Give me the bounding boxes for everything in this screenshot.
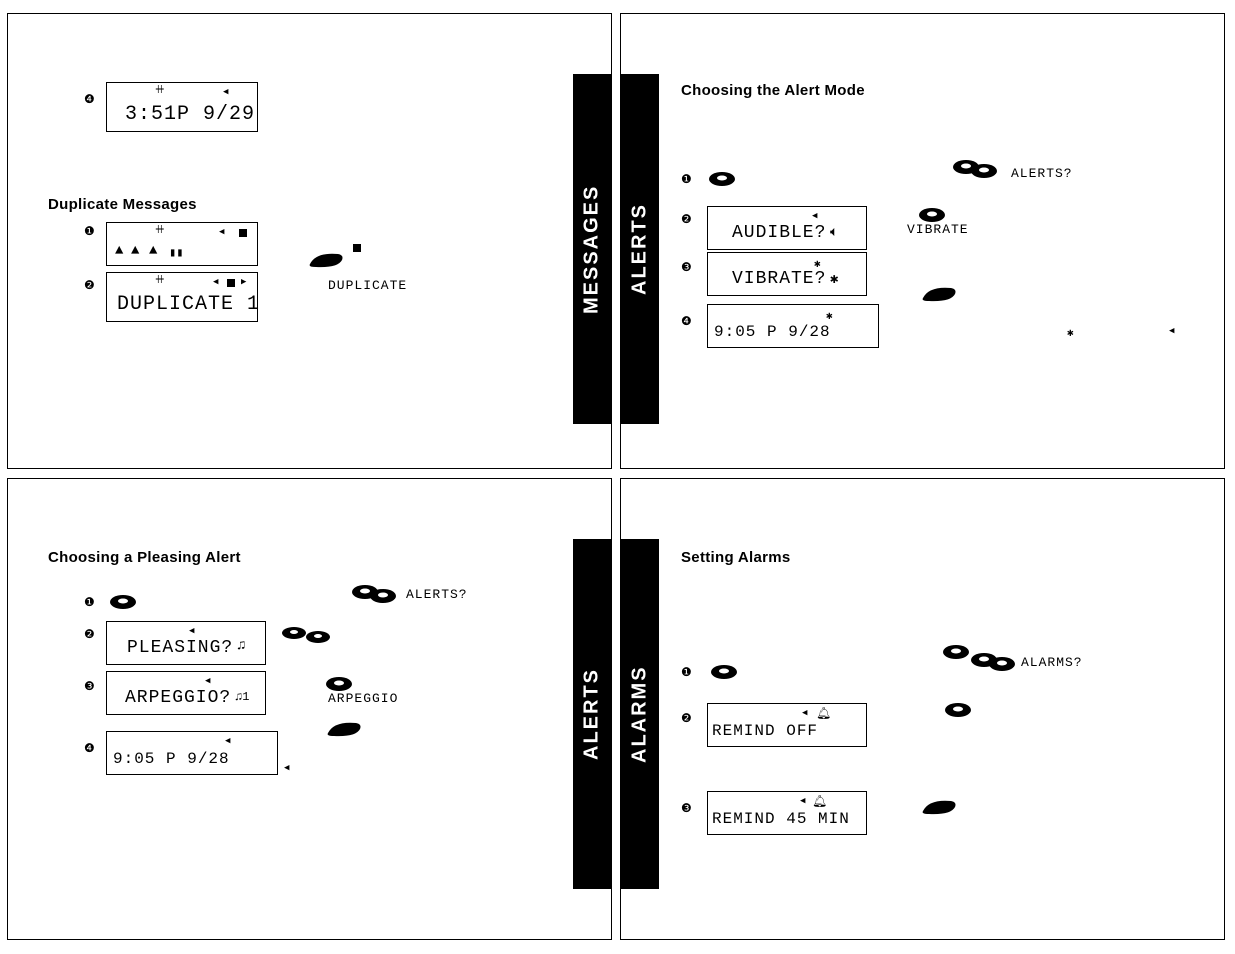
bell-icon: 🔔︎ <box>812 794 827 809</box>
heading-alert-mode: Choosing the Alert Mode <box>681 82 865 99</box>
panel-alert-mode: ALERTS Choosing the Alert Mode ❶ ALERTS?… <box>620 13 1225 469</box>
heading-pleasing-alert: Choosing a Pleasing Alert <box>48 549 241 566</box>
tower-icon: ▲ <box>115 243 123 259</box>
caption-alerts: ALERTS? <box>406 587 468 602</box>
lcd-audible-text: AUDIBLE? <box>732 223 826 243</box>
step-1-marker: ❶ <box>84 595 95 609</box>
left-arrow-icon: ◀ <box>284 763 289 773</box>
lcd-arpeggio-text: ARPEGGIO? <box>125 688 231 708</box>
pager-button-icon <box>308 250 344 268</box>
left-arrow-icon: ◀ <box>189 626 194 636</box>
step-4-marker: ❹ <box>681 314 692 328</box>
pager-button-icon <box>304 629 332 645</box>
pager-button-icon <box>108 593 138 611</box>
tab-alerts: ALERTS <box>621 74 659 424</box>
vibrate-icon: ✱ <box>830 271 838 288</box>
left-arrow-icon: ◀ <box>219 227 224 237</box>
step-1-marker: ❶ <box>681 665 692 679</box>
lcd-time: ◀ 9:05 P 9/28 <box>106 731 278 775</box>
step-3-marker: ❸ <box>681 260 692 274</box>
lcd-vibrate-text: VIBRATE? <box>732 269 826 289</box>
lcd-duplicate-text: DUPLICATE 1 <box>117 293 260 316</box>
pager-button-icon <box>709 663 739 681</box>
caption-arpeggio: ARPEGGIO <box>328 691 398 706</box>
square-icon <box>227 279 235 287</box>
pager-button-icon <box>987 655 1017 673</box>
lcd-pleasing: ◀ PLEASING? ♫ <box>106 621 266 665</box>
bell-icon: 🔔︎ <box>816 706 831 721</box>
pager-button-icon <box>921 284 957 302</box>
step-2-marker: ❷ <box>681 212 692 226</box>
tab-alarms: ALARMS <box>621 539 659 889</box>
vibrate-icon: ✱ <box>826 309 833 323</box>
lcd-time-text: 9:05 P 9/28 <box>714 323 831 341</box>
right-arrow-icon: ▶ <box>241 277 246 287</box>
pager-button-icon <box>326 719 362 737</box>
music-note-icon: ♫ <box>237 638 245 654</box>
square-icon <box>353 244 361 252</box>
pager-button-icon <box>969 162 999 180</box>
pager-button-icon <box>941 643 971 661</box>
lcd-remind-45-text: REMIND 45 MIN <box>712 810 850 828</box>
lcd-vibrate: ✱ VIBRATE? ✱ <box>707 252 867 296</box>
left-arrow-icon: ◀ <box>213 277 218 287</box>
left-arrow-icon: ◀ <box>802 708 807 718</box>
vibrate-icon: ✱ <box>1067 326 1074 340</box>
lcd-remind-off-text: REMIND OFF <box>712 722 818 740</box>
left-arrow-icon: ◀ <box>205 676 210 686</box>
caption-alarms: ALARMS? <box>1021 655 1083 670</box>
heading-duplicate-messages: Duplicate Messages <box>48 196 197 213</box>
lcd-remind-45: ◀ 🔔︎ REMIND 45 MIN <box>707 791 867 835</box>
pager-button-icon <box>943 701 973 719</box>
lcd-icons: ꔠ ◀ ▲ ▲ ▲ ▮▮ <box>106 222 258 266</box>
signal-icon: ꔠ <box>155 85 165 97</box>
step-4-marker: ❹ <box>84 92 95 106</box>
caption-vibrate: VIBRATE <box>907 222 969 237</box>
heading-setting-alarms: Setting Alarms <box>681 549 791 566</box>
tower-icon: ▲ <box>149 243 157 259</box>
speaker-icon: 🔈︎ <box>830 225 838 241</box>
pager-button-icon <box>921 797 957 815</box>
pager-button-icon <box>368 587 398 605</box>
lcd-duplicate: ꔠ ◀ ▶ DUPLICATE 1 <box>106 272 258 322</box>
step-3-marker: ❸ <box>681 801 692 815</box>
step-3-marker: ❸ <box>84 679 95 693</box>
panel-pleasing-alert: ALERTS Choosing a Pleasing Alert ❶ ALERT… <box>7 478 612 940</box>
step-1-marker: ❶ <box>84 224 95 238</box>
tab-alerts: ALERTS <box>573 539 611 889</box>
step-2-marker: ❷ <box>84 627 95 641</box>
pager-button-icon <box>707 170 737 188</box>
step-2-marker: ❷ <box>681 711 692 725</box>
left-arrow-icon: ◀ <box>225 736 230 746</box>
caption-duplicate: DUPLICATE <box>328 278 407 293</box>
left-arrow-icon: ◀ <box>800 796 805 806</box>
lcd-remind-off: ◀ 🔔︎ REMIND OFF <box>707 703 867 747</box>
lcd-audible: ◀ AUDIBLE? 🔈︎ <box>707 206 867 250</box>
square-icon <box>239 229 247 237</box>
left-arrow-icon: ◀ <box>223 87 228 97</box>
panel-setting-alarms: ALARMS Setting Alarms ❶ ALARMS? ❷ ◀ 🔔︎ R… <box>620 478 1225 940</box>
lcd-pleasing-text: PLEASING? <box>127 638 233 658</box>
lcd-time: ✱ 9:05 P 9/28 <box>707 304 879 348</box>
tab-messages: MESSAGES <box>573 74 611 424</box>
lcd-time-text: 3:51P 9/29 <box>125 103 255 126</box>
step-1-marker: ❶ <box>681 172 692 186</box>
signal-icon: ꔠ <box>155 225 165 237</box>
step-2-marker: ❷ <box>84 278 95 292</box>
caption-alerts: ALERTS? <box>1011 166 1073 181</box>
lcd-time: ꔠ ◀ 3:51P 9/29 <box>106 82 258 132</box>
lcd-arpeggio: ◀ ARPEGGIO? ♫1 <box>106 671 266 715</box>
panel-messages: MESSAGES ❹ ꔠ ◀ 3:51P 9/29 Duplicate Mess… <box>7 13 612 469</box>
step-4-marker: ❹ <box>84 741 95 755</box>
tower-icon: ▲ <box>131 243 139 259</box>
left-arrow-icon: ◀ <box>1169 326 1174 336</box>
music-note-icon: ♫1 <box>235 690 249 704</box>
lcd-time-text: 9:05 P 9/28 <box>113 750 230 768</box>
left-arrow-icon: ◀ <box>812 211 817 221</box>
pause-icon: ▮▮ <box>169 245 183 260</box>
signal-icon: ꔠ <box>155 275 165 287</box>
